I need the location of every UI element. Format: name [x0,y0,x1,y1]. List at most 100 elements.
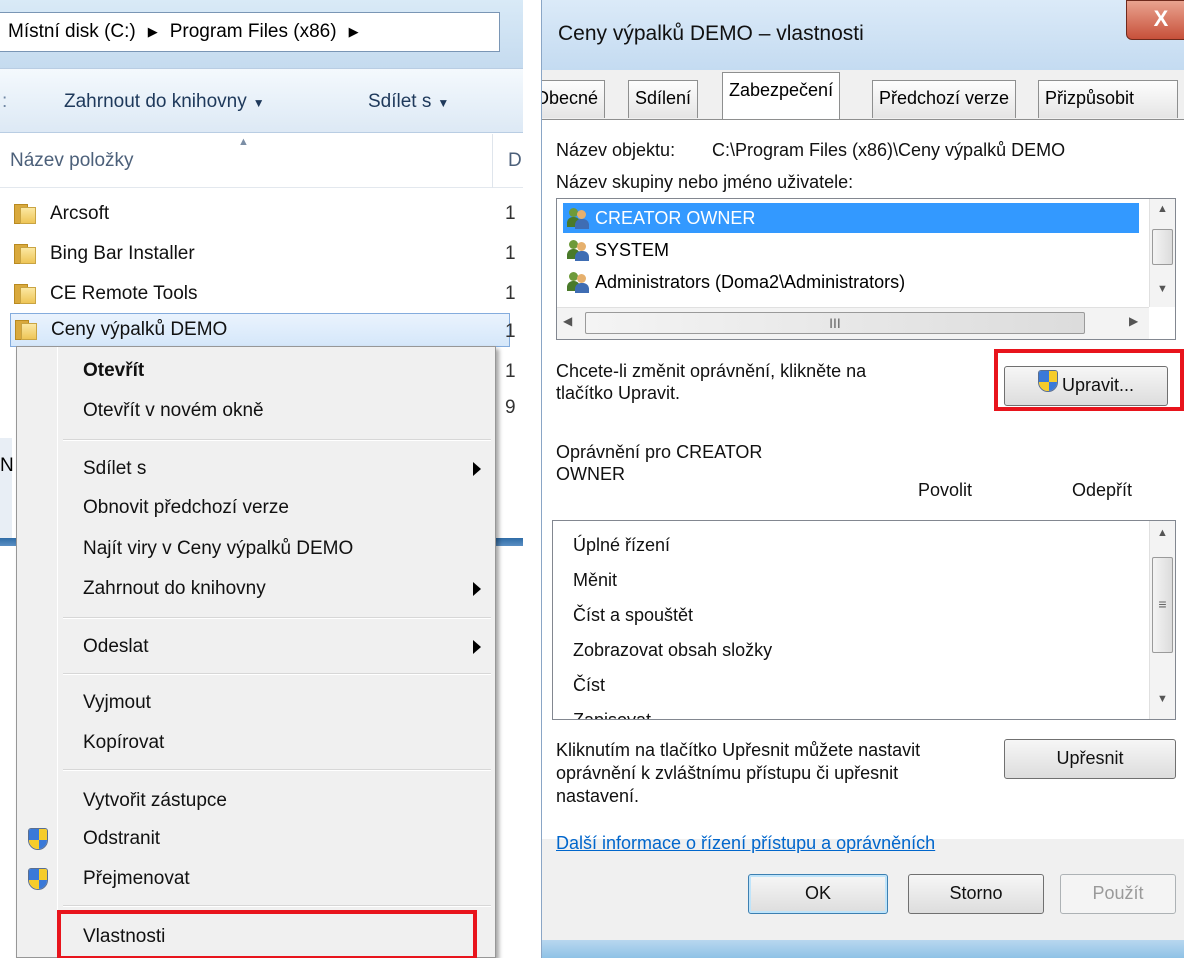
file-row-ceny-vypalku-demo[interactable]: Ceny výpalků DEMO [10,313,510,347]
scroll-thumb[interactable]: ≡ [1152,557,1173,653]
scroll-down-icon[interactable]: ▼ [1150,693,1175,705]
file-name: Ceny výpalků DEMO [51,319,228,340]
dialog-title: Ceny výpalků DEMO – vlastnosti [558,22,864,45]
tab-sharing[interactable]: Sdílení [628,80,699,118]
user-name: CREATOR OWNER [595,207,756,228]
tab-strip: Obecné Sdílení Zabezpečení Předchozí ver… [542,70,1184,120]
file-row-bing-bar-installer[interactable]: Bing Bar Installer [14,237,195,271]
share-with-label: Sdílet s [368,91,432,112]
tab-label: Sdílení [635,88,692,108]
scroll-up-icon[interactable]: ▲ [1150,203,1175,215]
menu-item-share-with[interactable]: Sdílet s [17,451,495,487]
list-item-system[interactable]: SYSTEM [563,235,669,265]
dialog-bottom-frame [542,940,1184,958]
scroll-right-icon[interactable]: ▶ [1129,314,1138,328]
tab-customize[interactable]: Přizpůsobit [1038,80,1178,118]
breadcrumb-arrow-icon[interactable]: ▶ [349,24,359,40]
permissions-for-label: Oprávnění pro CREATOR [556,442,763,462]
highlight-box-properties [57,910,477,958]
menu-item-open[interactable]: Otevřít [17,353,495,389]
list-item-creator-owner[interactable]: CREATOR OWNER [563,203,1139,233]
share-with-button[interactable]: Sdílet s ▼ [368,91,449,113]
permission-full-control: Úplné řízení [573,535,671,555]
menu-item-scan-viruses[interactable]: Najít viry v Ceny výpalků DEMO [17,531,495,567]
menu-item-rename[interactable]: Přejmenovat [17,861,495,897]
menu-item-include-library[interactable]: Zahrnout do knihovny [17,571,495,607]
close-icon: X [1153,6,1169,31]
permission-read-execute: Číst a spouštět [573,605,694,625]
details-pane-edge [0,438,12,538]
folder-icon [14,204,38,224]
tab-general[interactable]: Obecné [542,80,606,118]
dialog-title-bar: Ceny výpalků DEMO – vlastnosti X [542,0,1184,70]
permission-write: Zapisovat [573,710,652,720]
advanced-hint: Kliknutím na tlačítko Upřesnit můžete na… [556,740,921,760]
menu-item-label: Odeslat [83,636,149,657]
close-button[interactable]: X [1126,0,1184,40]
file-name: Bing Bar Installer [50,243,195,264]
column-name-header[interactable]: Název položky [10,150,134,172]
tab-security[interactable]: Zabezpečení [722,72,841,119]
menu-item-delete[interactable]: Odstranit [17,821,495,857]
column-divider[interactable] [492,134,493,188]
scroll-left-icon[interactable]: ◀ [563,314,572,328]
breadcrumb-local-disk[interactable]: Místní disk (C:) [8,21,136,43]
scroll-thumb[interactable] [1152,229,1173,265]
list-item-administrators[interactable]: Administrators (Doma2\Administrators) [563,267,905,297]
file-date-partial: 1 [505,321,516,342]
tab-previous-versions[interactable]: Předchozí verze [872,80,1017,118]
file-name: Arcsoft [50,203,110,224]
menu-item-open-new-window[interactable]: Otevřít v novém okně [17,393,495,429]
user-list[interactable]: CREATOR OWNER SYSTEM Administrators (Dom… [556,198,1176,340]
explorer-window: Místní disk (C:) ▶ Program Files (x86) ▶… [0,0,523,958]
scroll-down-icon[interactable]: ▼ [1150,283,1175,295]
menu-item-cut[interactable]: Vyjmout [17,685,495,721]
menu-item-create-shortcut[interactable]: Vytvořit zástupce [17,783,495,819]
properties-dialog: Ceny výpalků DEMO – vlastnosti X Obecné … [541,0,1184,958]
menu-item-label: Zahrnout do knihovny [83,578,266,599]
permission-read: Číst [573,675,606,695]
advanced-hint-3: nastavení. [556,786,640,806]
scroll-up-icon[interactable]: ▲ [1150,527,1175,539]
menu-separator [63,617,491,619]
menu-item-copy[interactable]: Kopírovat [17,725,495,761]
permissions-scrollbar[interactable]: ▲ ≡ ▼ [1149,521,1175,719]
allow-column-header: Povolit [918,480,973,500]
file-row-ce-remote-tools[interactable]: CE Remote Tools [14,277,198,311]
menu-item-send-to[interactable]: Odeslat [17,629,495,665]
menu-item-label: Odstranit [83,828,161,849]
deny-column-header: Odepřít [1072,480,1133,500]
menu-item-restore-previous[interactable]: Obnovit předchozí verze [17,490,495,526]
address-bar[interactable]: Místní disk (C:) ▶ Program Files (x86) ▶ [0,12,500,52]
user-group-icon [567,271,591,293]
ok-button[interactable]: OK [748,874,888,914]
info-link[interactable]: Další informace o řízení přístupu a oprá… [556,833,935,854]
group-user-label: Název skupiny nebo jméno uživatele: [556,172,854,192]
user-list-vertical-scrollbar[interactable]: ▲ ▼ [1149,199,1175,307]
advanced-hint-2: oprávnění k zvláštnímu přístupu či upřes… [556,763,899,783]
column-date-header[interactable]: D [508,150,522,172]
folder-icon [15,320,39,340]
cancel-button[interactable]: Storno [908,874,1044,914]
menu-item-label: Obnovit předchozí verze [83,497,289,518]
highlight-box-edit [994,349,1184,411]
scroll-grip-icon: III [829,315,841,331]
permission-modify: Měnit [573,570,618,590]
advanced-button[interactable]: Upřesnit [1004,739,1176,779]
file-row-arcsoft[interactable]: Arcsoft [14,197,109,231]
scroll-thumb[interactable]: III [585,312,1085,334]
file-date-partial: 1 [505,361,516,382]
file-name: CE Remote Tools [50,283,198,304]
apply-button-label: Použít [1092,883,1144,903]
permissions-list[interactable]: Úplné řízení Měnit Číst a spouštět Zobra… [552,520,1176,720]
include-library-button[interactable]: Zahrnout do knihovny ▼ [64,91,265,113]
file-date-partial: 9 [505,397,516,418]
breadcrumb-program-files[interactable]: Program Files (x86) [170,21,337,43]
menu-separator [63,673,491,675]
user-group-icon [567,239,591,261]
apply-button[interactable]: Použít [1060,874,1176,914]
breadcrumb-arrow-icon[interactable]: ▶ [148,24,158,40]
tab-label: Předchozí verze [879,88,1010,108]
user-list-horizontal-scrollbar[interactable]: ◀ III ▶ [557,307,1149,339]
command-bar: : Zahrnout do knihovny ▼ Sdílet s ▼ [0,68,523,133]
